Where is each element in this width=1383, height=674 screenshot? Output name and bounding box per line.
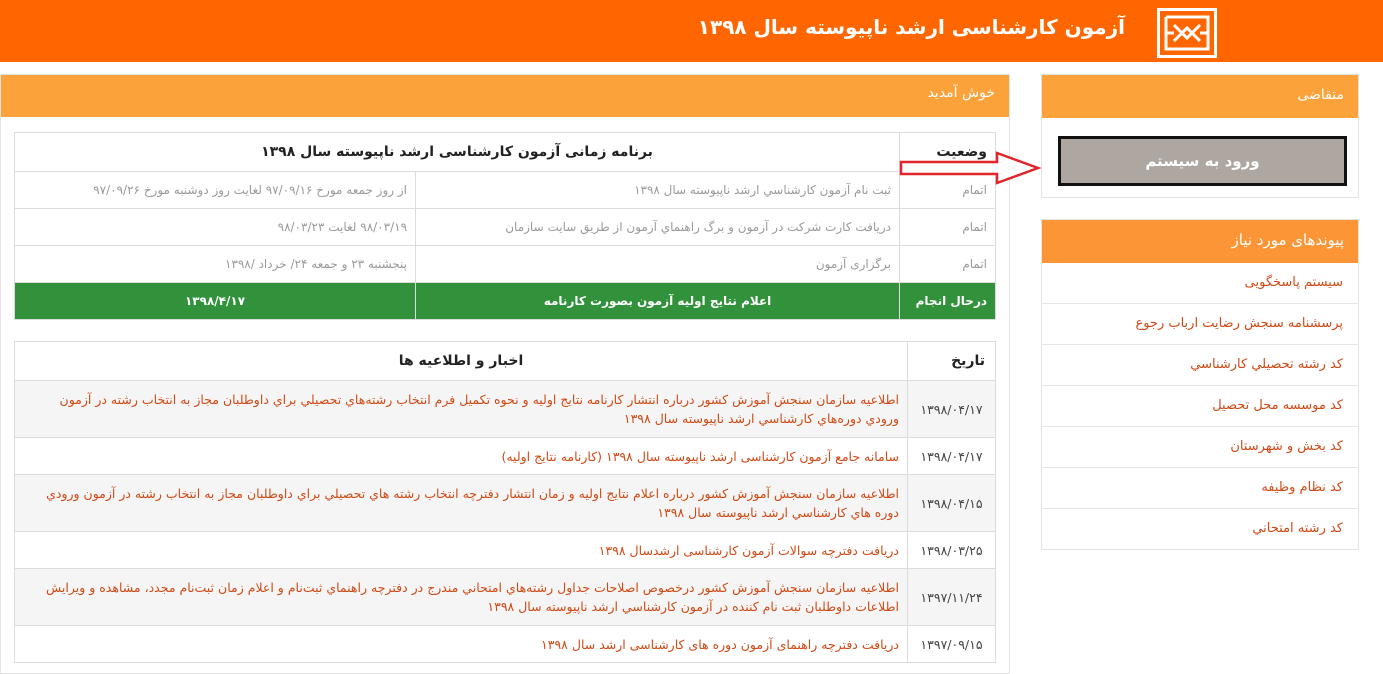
news-date: ۱۳۹۸/۰۳/۲۵	[907, 531, 996, 569]
applicant-panel: متقاضی ورود به سیستم	[1041, 74, 1359, 198]
news-date: ۱۳۹۸/۰۴/۱۷	[907, 380, 996, 438]
link-item[interactable]: سیستم پاسخگویی	[1042, 263, 1358, 304]
schedule-row: اتمام دريافت کارت شرکت در آزمون و برگ را…	[13, 208, 997, 246]
schedule-time: پنجشنبه ۲۳ و جمعه ۲۴/ خرداد /۱۳۹۸	[13, 245, 417, 283]
schedule-activity: دريافت کارت شرکت در آزمون و برگ راهنماي …	[415, 208, 901, 246]
organization-logo-icon[interactable]	[1157, 8, 1217, 58]
login-button[interactable]: ورود به سیستم	[1058, 136, 1347, 186]
news-link[interactable]: اطلاعيه سازمان سنجش آموزش كشور درباره ان…	[14, 380, 908, 438]
exam-schedule-table: وضعیت برنامه زمانی آزمون کارشناسی ارشد ن…	[13, 132, 997, 320]
news-row: ۱۳۹۸/۰۴/۱۷ سامانه جامع آزمون کارشناسی ار…	[14, 437, 996, 475]
link-item[interactable]: کد رشته امتحاني	[1042, 509, 1358, 550]
useful-links-panel: پیوندهای مورد نیاز سیستم پاسخگویی پرسشنا…	[1041, 219, 1359, 550]
schedule-row: اتمام برگزاری آزمون پنجشنبه ۲۳ و جمعه ۲۴…	[13, 245, 997, 283]
useful-links-list: سیستم پاسخگویی پرسشنامه سنجش رضایت ارباب…	[1042, 263, 1358, 550]
link-item[interactable]: کد رشته تحصيلي کارشناسي	[1042, 345, 1358, 386]
welcome-panel-title: خوش آمدید	[1, 75, 1009, 117]
useful-links-title: پیوندهای مورد نیاز	[1042, 220, 1358, 263]
schedule-time: ۹۸/۰۳/۱۹ لغایت ۹۸/۰۳/۲۳	[13, 208, 417, 246]
news-date: ۱۳۹۸/۰۴/۱۷	[907, 437, 996, 475]
news-date: ۱۳۹۷/۱۱/۲۴	[907, 568, 996, 626]
news-table: تاریخ اخبار و اطلاعیه ها ۱۳۹۸/۰۴/۱۷ اطلا…	[14, 341, 996, 663]
news-link[interactable]: سامانه جامع آزمون کارشناسی ارشد ناپیوسته…	[14, 437, 908, 475]
site-title: آزمون کارشناسی ارشد ناپیوسته سال ۱۳۹۸	[697, 15, 1125, 39]
schedule-time: از روز جمعه مورخ ۹۷/۰۹/۱۶ لغایت روز دوشن…	[13, 171, 417, 209]
news-date: ۱۳۹۸/۰۴/۱۵	[907, 474, 996, 532]
schedule-row: اتمام ثبت نام آزمون کارشناسي ارشد ناپيوس…	[13, 171, 997, 209]
news-link[interactable]: دریافت دفترچه راهنمای آزمون دوره های کار…	[14, 625, 908, 663]
news-row: ۱۳۹۸/۰۴/۱۷ اطلاعيه سازمان سنجش آموزش كشو…	[14, 380, 996, 438]
schedule-status: اتمام	[899, 245, 997, 283]
applicant-panel-title: متقاضی	[1042, 75, 1358, 118]
news-row: ۱۳۹۷/۱۱/۲۴ اطلاعيه سازمان سنجش آموزش كشو…	[14, 568, 996, 626]
news-column-header: اخبار و اطلاعیه ها	[14, 341, 908, 381]
schedule-title: برنامه زمانی آزمون کارشناسی ارشد ناپیوست…	[13, 132, 901, 172]
top-header: آزمون کارشناسی ارشد ناپیوسته سال ۱۳۹۸	[0, 0, 1383, 62]
link-item[interactable]: کد نظام وظیفه	[1042, 468, 1358, 509]
news-row: ۱۳۹۸/۰۴/۱۵ اطلاعيه سازمان سنجش آموزش كشو…	[14, 474, 996, 532]
schedule-status: اتمام	[899, 208, 997, 246]
schedule-activity: اعلام نتایج اولیه آزمون بصورت کارنامه	[415, 282, 901, 320]
news-row: ۱۳۹۸/۰۳/۲۵ دریافت دفترچه سوالات آزمون کا…	[14, 531, 996, 569]
news-row: ۱۳۹۷/۰۹/۱۵ دریافت دفترچه راهنمای آزمون د…	[14, 625, 996, 663]
news-link[interactable]: دریافت دفترچه سوالات آزمون کارشناسی ارشد…	[14, 531, 908, 569]
link-item[interactable]: کد بخش و شهرستان	[1042, 427, 1358, 468]
schedule-row-current: درحال انجام اعلام نتایج اولیه آزمون بصور…	[13, 282, 997, 320]
red-arrow-icon	[899, 151, 1042, 185]
link-item[interactable]: کد موسسه محل تحصیل	[1042, 386, 1358, 427]
schedule-time: ۱۳۹۸/۴/۱۷	[13, 282, 417, 320]
news-link[interactable]: اطلاعيه سازمان سنجش آموزش كشور درخصوص اص…	[14, 568, 908, 626]
news-link[interactable]: اطلاعيه سازمان سنجش آموزش كشور درباره اع…	[14, 474, 908, 532]
date-column-header: تاریخ	[907, 341, 996, 381]
link-item[interactable]: پرسشنامه سنجش رضایت ارباب رجوع	[1042, 304, 1358, 345]
schedule-activity: برگزاری آزمون	[415, 245, 901, 283]
schedule-activity: ثبت نام آزمون کارشناسي ارشد ناپيوسته سال…	[415, 171, 901, 209]
schedule-status: درحال انجام	[899, 282, 997, 320]
news-date: ۱۳۹۷/۰۹/۱۵	[907, 625, 996, 663]
logo-graphic	[1164, 15, 1210, 51]
